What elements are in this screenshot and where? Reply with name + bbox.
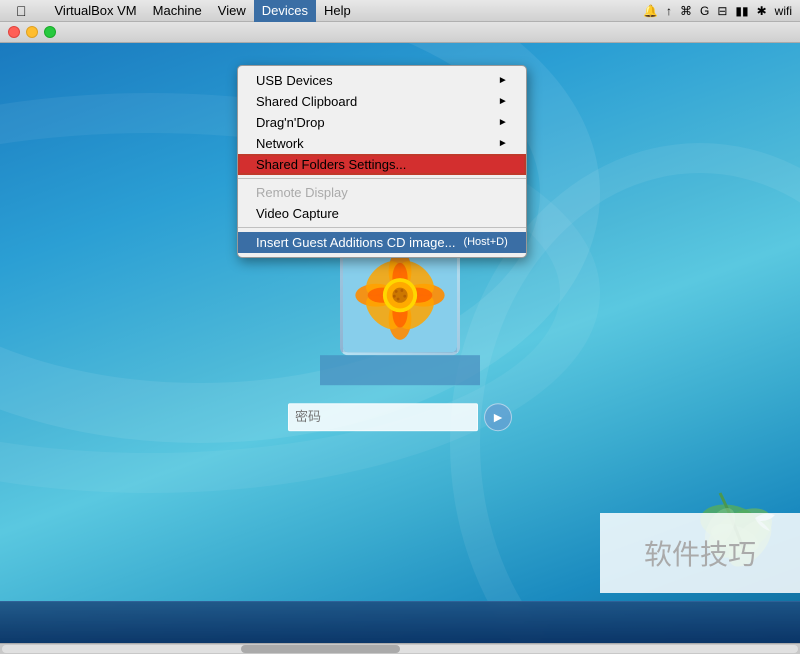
- wifi-icon[interactable]: wifi: [775, 4, 792, 18]
- watermark: 软件技巧: [600, 513, 800, 593]
- menu-item-network-label: Network: [256, 136, 304, 151]
- menu-item-dragndrop-label: Drag'n'Drop: [256, 115, 325, 130]
- lock-screen: ►: [288, 235, 512, 431]
- arrow-icon: ↑: [666, 4, 672, 18]
- menubar-right: 🔔 ↑ ⌘ G ⊟ ▮▮ ✱ wifi: [643, 4, 792, 18]
- menubar-view[interactable]: View: [210, 0, 254, 22]
- maximize-button[interactable]: [44, 26, 56, 38]
- username-bar: [320, 355, 480, 385]
- vm-title-bar: [0, 22, 800, 43]
- password-input[interactable]: [288, 403, 478, 431]
- menu-item-usb-devices-label: USB Devices: [256, 73, 333, 88]
- display-icon: ⊟: [717, 4, 727, 18]
- devices-menu: USB Devices ► Shared Clipboard ► Drag'n'…: [237, 65, 527, 258]
- menubar-machine[interactable]: Machine: [145, 0, 210, 22]
- cmd-icon: ⌘: [680, 4, 692, 18]
- dragndrop-arrow: ►: [498, 117, 508, 128]
- apple-menu[interactable]: : [8, 0, 35, 22]
- menu-item-shared-clipboard[interactable]: Shared Clipboard ►: [238, 91, 526, 112]
- vm-frame: ► 软件技巧 USB Devices ► Shared Clipboard: [0, 22, 800, 654]
- win7-desktop: ► 软件技巧 USB Devices ► Shared Clipboard: [0, 43, 800, 643]
- g-icon: G: [700, 4, 709, 18]
- notification-icon[interactable]: 🔔: [643, 4, 658, 18]
- password-row: ►: [288, 403, 512, 431]
- menu-separator-1: [238, 178, 526, 179]
- close-button[interactable]: [8, 26, 20, 38]
- menu-item-video-capture-label: Video Capture: [256, 206, 339, 221]
- menu-item-shared-folders-label: Shared Folders Settings...: [256, 157, 406, 172]
- minimize-button[interactable]: [26, 26, 38, 38]
- menubar-virtualboxvm[interactable]: VirtualBox VM: [47, 0, 145, 22]
- bottom-scrollbar[interactable]: [0, 643, 800, 654]
- menubar-devices[interactable]: Devices: [254, 0, 316, 22]
- menubar:  VirtualBox VM Machine View Devices Hel…: [0, 0, 800, 22]
- menu-item-network[interactable]: Network ►: [238, 133, 526, 154]
- menu-item-shared-clipboard-label: Shared Clipboard: [256, 94, 357, 109]
- menu-item-usb-devices[interactable]: USB Devices ►: [238, 70, 526, 91]
- bluetooth-icon: ✱: [757, 4, 767, 18]
- scrollbar-track[interactable]: [2, 645, 798, 653]
- menu-item-insert-guest-additions[interactable]: Insert Guest Additions CD image... (Host…: [238, 232, 526, 253]
- menubar-left:  VirtualBox VM Machine View Devices Hel…: [8, 0, 359, 22]
- menu-item-dragndrop[interactable]: Drag'n'Drop ►: [238, 112, 526, 133]
- battery-icon: ▮▮: [735, 4, 748, 18]
- scrollbar-thumb[interactable]: [241, 645, 400, 653]
- usb-devices-arrow: ►: [498, 75, 508, 86]
- menu-item-video-capture[interactable]: Video Capture: [238, 203, 526, 224]
- menu-item-shared-folders[interactable]: Shared Folders Settings...: [238, 154, 526, 175]
- menu-separator-2: [238, 227, 526, 228]
- network-arrow: ►: [498, 138, 508, 149]
- shared-clipboard-arrow: ►: [498, 96, 508, 107]
- menu-item-remote-display: Remote Display: [238, 182, 526, 203]
- password-submit-button[interactable]: ►: [484, 403, 512, 431]
- menu-item-remote-display-label: Remote Display: [256, 185, 348, 200]
- insert-guest-shortcut: (Host+D): [463, 236, 507, 248]
- menubar-help[interactable]: Help: [316, 0, 359, 22]
- win7-taskbar: [0, 601, 800, 643]
- app-container:  VirtualBox VM Machine View Devices Hel…: [0, 0, 800, 654]
- menu-item-insert-guest-additions-label: Insert Guest Additions CD image...: [256, 235, 455, 250]
- traffic-lights: [8, 26, 56, 38]
